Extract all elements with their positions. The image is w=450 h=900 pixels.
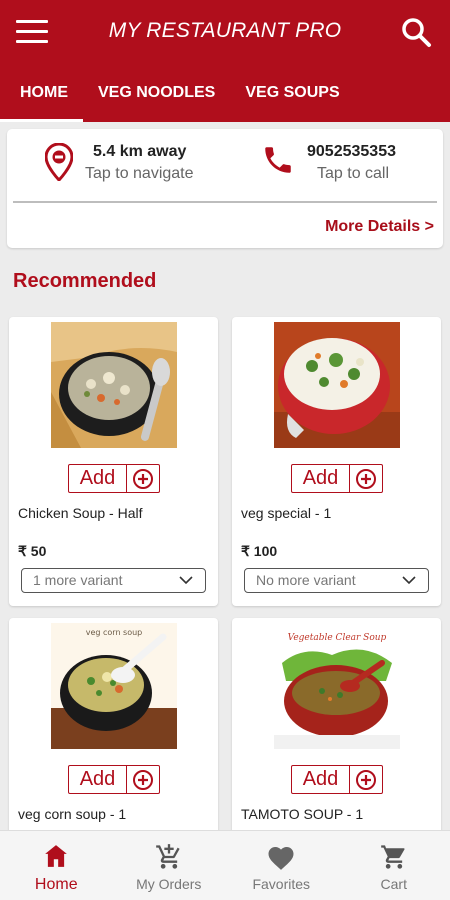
add-label: Add [292,465,350,492]
variant-dropdown[interactable]: No more variant [244,568,429,593]
plus-circle-icon [127,766,159,793]
tab-home[interactable]: HOME [0,72,83,122]
add-label: Add [292,766,350,793]
bottom-nav: Home My Orders Favorites Cart [0,830,450,900]
divider [13,201,437,203]
navigate-label: Tap to navigate [85,165,194,182]
navigate-block[interactable]: 5.4 km away Tap to navigate [45,143,194,183]
heart-icon [268,847,294,870]
item-name: TAMOTO SOUP - 1 [241,806,364,822]
restaurant-info-card: 5.4 km away Tap to navigate 9052535353 T… [7,129,443,248]
chevron-down-icon [402,576,416,585]
app-title: MY RESTAURANT PRO [108,19,342,42]
tab-veg-soups[interactable]: VEG SOUPS [230,72,354,122]
image-caption: veg corn soup [86,628,143,637]
add-button[interactable]: Add [291,464,383,493]
veg-special-image[interactable] [274,322,400,448]
distance-text: 5.4 km away [93,143,187,160]
nav-favorites-label: Favorites [252,876,311,892]
add-label: Add [69,766,127,793]
nav-my-orders[interactable]: My Orders [113,831,226,900]
item-price: ₹ 100 [241,543,278,559]
add-button[interactable]: Add [68,765,160,794]
chevron-down-icon [179,576,193,585]
veg-corn-soup-image[interactable]: veg corn soup [51,623,177,749]
variant-label: No more variant [256,572,356,588]
cart-plus-icon [155,844,180,869]
app-bar: MY RESTAURANT PRO HOME VEG NOODLES VEG S… [0,0,450,122]
item-name: veg special - 1 [241,505,332,521]
call-block[interactable]: 9052535353 Tap to call [261,143,396,183]
search-icon[interactable] [400,16,432,48]
item-price: ₹ 50 [18,543,47,559]
tab-veg-noodles[interactable]: VEG NOODLES [83,72,230,122]
nav-favorites[interactable]: Favorites [225,831,338,900]
chicken-soup-image[interactable] [51,322,177,448]
call-label: Tap to call [317,165,390,182]
image-caption: Vegetable Clear Soup [288,633,387,643]
nav-home-label: Home [34,876,78,893]
add-button[interactable]: Add [291,765,383,794]
section-title: Recommended [13,270,157,292]
product-card: veg corn soup Add veg corn soup - 1 [9,618,218,848]
nav-home[interactable]: Home [0,831,113,900]
product-card: Vegetable Clear Soup Add TAMOTO SOUP - 1 [232,618,441,848]
nav-cart-label: Cart [380,876,407,892]
product-card: Add Chicken Soup - Half ₹ 50 1 more vari… [9,317,218,606]
home-icon [45,845,68,867]
cart-icon [380,845,405,869]
plus-circle-icon [127,465,159,492]
nav-my-orders-label: My Orders [136,876,202,892]
category-tabs: HOME VEG NOODLES VEG SOUPS [0,72,450,122]
plus-circle-icon [350,766,382,793]
location-pin-icon [45,143,73,181]
add-button[interactable]: Add [68,464,160,493]
product-card: Add veg special - 1 ₹ 100 No more varian… [232,317,441,606]
tamoto-soup-image[interactable]: Vegetable Clear Soup [274,623,400,749]
variant-dropdown[interactable]: 1 more variant [21,568,206,593]
plus-circle-icon [350,465,382,492]
item-name: Chicken Soup - Half [18,505,143,521]
add-label: Add [69,465,127,492]
phone-icon [265,147,291,173]
phone-number: 9052535353 [307,143,396,160]
item-name: veg corn soup - 1 [18,806,127,822]
more-details-link[interactable]: More Details > [325,218,434,236]
nav-cart[interactable]: Cart [338,831,450,900]
variant-label: 1 more variant [33,572,123,588]
